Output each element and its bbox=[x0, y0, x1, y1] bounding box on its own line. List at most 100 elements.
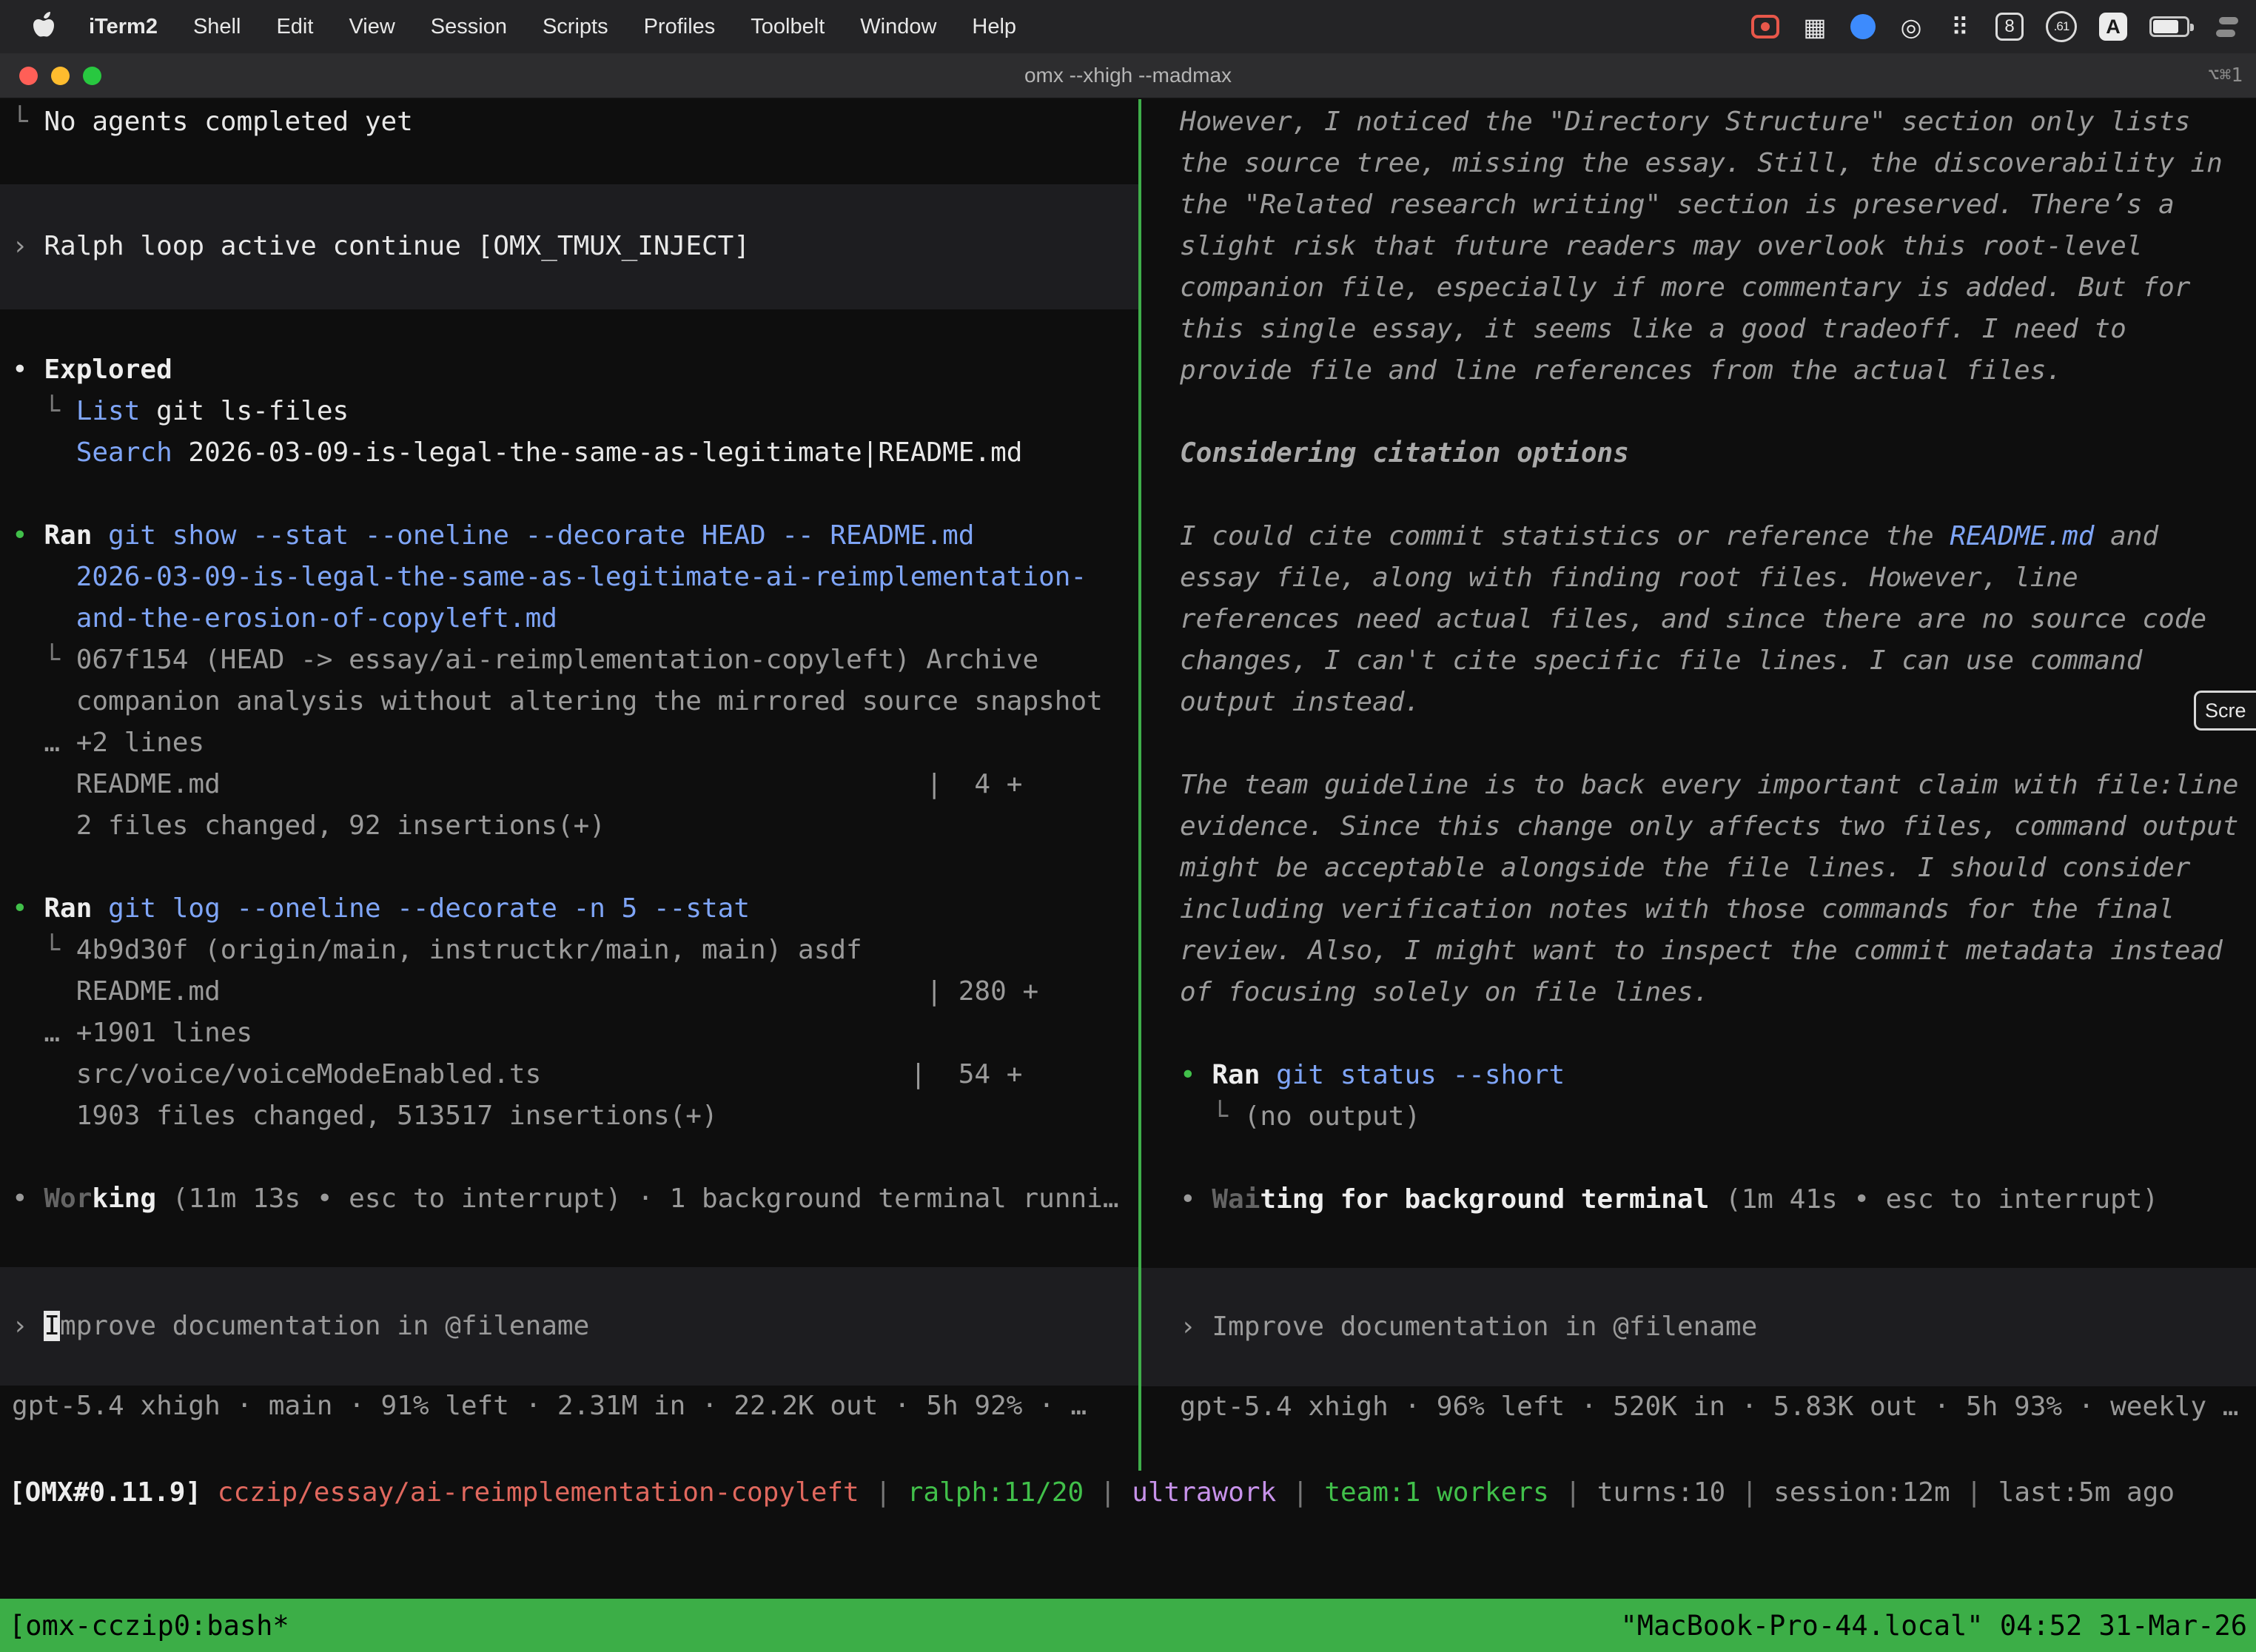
text-segment: the "Related research writing" section i… bbox=[1180, 189, 2175, 220]
left-pane[interactable]: └ No agents completed yet › Ralph loop ac… bbox=[0, 99, 1138, 1471]
minimize-button[interactable] bbox=[51, 67, 70, 85]
terminal-line: • Working (11m 13s • esc to interrupt) ·… bbox=[0, 1178, 1138, 1220]
text-segment: mprove documentation in @filename bbox=[60, 1311, 589, 1341]
text-segment: of focusing solely on file lines. bbox=[1180, 977, 1709, 1007]
window-shortcut: ⌥⌘1 bbox=[2208, 64, 2243, 87]
text-segment: | bbox=[1084, 1477, 1132, 1508]
text-segment: | bbox=[1725, 1477, 1773, 1508]
menu-items: iTerm2ShellEditViewSessionScriptsProfile… bbox=[16, 10, 1034, 43]
right-pane[interactable]: However, I noticed the "Directory Struct… bbox=[1141, 99, 2256, 1471]
text-segment: No agents completed yet bbox=[44, 107, 413, 137]
text-segment: … +2 lines bbox=[12, 728, 204, 758]
text-segment: review. Also, I might want to inspect th… bbox=[1180, 936, 2223, 966]
menu-iterm2[interactable]: iTerm2 bbox=[71, 15, 175, 39]
text-segment: | bbox=[1276, 1477, 1324, 1508]
prompt-input[interactable]: › Improve documentation in @filename bbox=[0, 1267, 1138, 1386]
keyboard-key-icon[interactable]: 8 bbox=[1995, 13, 2024, 41]
menu-session[interactable]: Session bbox=[413, 15, 525, 39]
text-segment: Considering citation options bbox=[1180, 438, 1629, 469]
text-segment: slight risk that future readers may over… bbox=[1180, 231, 2142, 261]
control-center-icon[interactable] bbox=[2212, 13, 2240, 41]
terminal-line: the "Related research writing" section i… bbox=[1141, 184, 2256, 226]
terminal-line: › Improve documentation in @filename bbox=[1141, 1306, 2256, 1348]
text-segment: └ bbox=[12, 645, 76, 675]
blue-app-icon[interactable] bbox=[1850, 14, 1876, 39]
tmux-session-label: [omx-cczip0:bash* bbox=[9, 1610, 289, 1642]
text-segment: src/voice/voiceModeEnabled.ts | 54 + bbox=[12, 1059, 1022, 1089]
menu-toolbelt[interactable]: Toolbelt bbox=[733, 15, 842, 39]
text-segment: └ bbox=[1180, 1101, 1244, 1132]
text-segment: • bbox=[12, 1183, 44, 1214]
menu-view[interactable]: View bbox=[331, 15, 412, 39]
text-segment: gpt-5.4 xhigh · main · 91% left · 2.31M … bbox=[12, 1391, 1087, 1421]
text-segment: | bbox=[1549, 1477, 1597, 1508]
zoom-button[interactable] bbox=[83, 67, 101, 85]
menu-help[interactable]: Help bbox=[954, 15, 1034, 39]
text-segment: Wor bbox=[44, 1183, 92, 1214]
text-segment: git status --short bbox=[1276, 1060, 1565, 1090]
text-segment: Ran bbox=[44, 893, 108, 924]
terminal-line bbox=[1141, 392, 2256, 433]
omx-status-bar: [OMX#0.11.9] cczip/essay/ai-reimplementa… bbox=[0, 1472, 2256, 1514]
terminal-line bbox=[1141, 723, 2256, 765]
menu-shell[interactable]: Shell bbox=[175, 15, 259, 39]
menu-scripts[interactable]: Scripts bbox=[525, 15, 626, 39]
terminal-line: this single essay, it seems like a good … bbox=[1141, 309, 2256, 350]
terminal-line: provide file and line references from th… bbox=[1141, 350, 2256, 392]
text-segment: git log --oneline --decorate -n 5 --stat bbox=[108, 893, 750, 924]
omx-status-line: [OMX#0.11.9] cczip/essay/ai-reimplementa… bbox=[0, 1472, 2256, 1514]
text-segment: ultrawork bbox=[1132, 1477, 1276, 1508]
terminal-line: … +2 lines bbox=[0, 722, 1138, 764]
prompt-input[interactable]: › Improve documentation in @filename bbox=[1141, 1268, 2256, 1386]
text-segment: Explored bbox=[44, 355, 172, 385]
screen-share-popup[interactable]: Scre bbox=[2194, 691, 2256, 731]
text-segment: Ralph loop active continue [OMX_TMUX_INJ… bbox=[44, 231, 750, 261]
text-segment: README.md bbox=[1950, 521, 2094, 551]
text-segment: essay file, along with finding root file… bbox=[1180, 563, 2078, 593]
screen-recording-icon[interactable] bbox=[1751, 15, 1779, 38]
text-segment: I could cite commit statistics or refere… bbox=[1180, 521, 1950, 551]
tmux-panes: └ No agents completed yet › Ralph loop ac… bbox=[0, 99, 2256, 1471]
text-segment: might be acceptable alongside the file l… bbox=[1180, 853, 2190, 883]
menu-window[interactable]: Window bbox=[842, 15, 954, 39]
text-segment: README.md | 280 + bbox=[12, 976, 1038, 1007]
text-segment: gpt-5.4 xhigh · 96% left · 520K in · 5.8… bbox=[1180, 1391, 2238, 1422]
text-segment: • bbox=[1180, 1060, 1212, 1090]
text-segment: 2 files changed, 92 insertions(+) bbox=[12, 810, 605, 841]
text-segment: cczip/essay/ai-reimplementation-copyleft bbox=[218, 1477, 859, 1508]
text-segment: • bbox=[12, 355, 44, 385]
text-segment: last:5m ago bbox=[1998, 1477, 2175, 1508]
battery-percent-icon[interactable]: .61 bbox=[2046, 11, 2077, 42]
terminal-line: 2026-03-09-is-legal-the-same-as-legitima… bbox=[0, 557, 1138, 598]
text-segment: ting for background terminal bbox=[1260, 1184, 1709, 1215]
text-segment: ralph:11/20 bbox=[907, 1477, 1084, 1508]
terminal-line bbox=[1141, 1013, 2256, 1055]
window-grid-icon[interactable]: ▦ bbox=[1802, 13, 1828, 41]
text-segment: └ bbox=[12, 935, 76, 965]
text-segment: including verification notes with those … bbox=[1180, 894, 2175, 924]
text-segment: Ran bbox=[44, 520, 108, 551]
text-segment: › bbox=[12, 231, 44, 261]
battery-icon[interactable] bbox=[2149, 16, 2189, 37]
input-source-icon[interactable]: A bbox=[2099, 13, 2127, 41]
dark-app-icon[interactable]: ◎ bbox=[1898, 13, 1924, 41]
menu-profiles[interactable]: Profiles bbox=[626, 15, 733, 39]
menu-bar: iTerm2ShellEditViewSessionScriptsProfile… bbox=[0, 0, 2256, 53]
dots-grid-icon[interactable]: ⠿ bbox=[1947, 13, 1973, 41]
tmux-host-time: "MacBook-Pro-44.local" 04:52 31-Mar-26 bbox=[1621, 1610, 2247, 1642]
text-segment: • bbox=[12, 893, 44, 924]
text-segment: └ bbox=[12, 107, 44, 137]
close-button[interactable] bbox=[19, 67, 38, 85]
text-segment: Wai bbox=[1212, 1184, 1260, 1215]
menu-edit[interactable]: Edit bbox=[258, 15, 331, 39]
text-segment: Improve documentation in @filename bbox=[1212, 1312, 1757, 1342]
apple-menu[interactable] bbox=[16, 10, 71, 43]
screen: iTerm2ShellEditViewSessionScriptsProfile… bbox=[0, 0, 2256, 1652]
text-cursor: I bbox=[44, 1311, 60, 1341]
terminal-line: essay file, along with finding root file… bbox=[1141, 557, 2256, 599]
terminal-line: changes, I can't cite specific file line… bbox=[1141, 640, 2256, 682]
terminal-line: evidence. Since this change only affects… bbox=[1141, 806, 2256, 847]
terminal-line bbox=[1141, 474, 2256, 516]
terminal-line: review. Also, I might want to inspect th… bbox=[1141, 930, 2256, 972]
text-segment: 2026-03-09-is-legal-the-same-as-legitima… bbox=[172, 437, 1023, 468]
